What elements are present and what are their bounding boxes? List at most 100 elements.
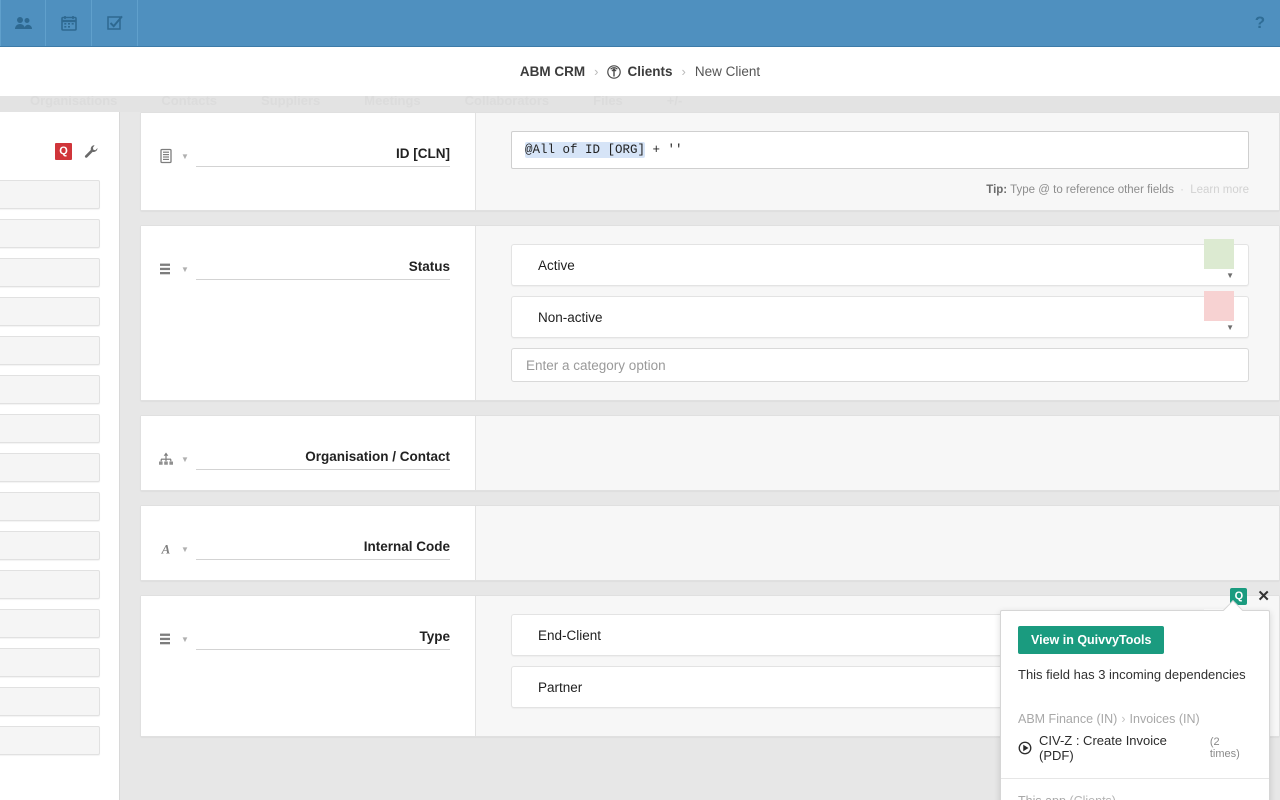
- breadcrumb-section[interactable]: Clients: [627, 64, 672, 79]
- tab-meetings[interactable]: Meetings: [342, 96, 442, 107]
- checkbox-icon[interactable]: [92, 0, 138, 46]
- field-label-area: ▼ ID [CLN]: [141, 113, 476, 210]
- body-area: Q ▼ ID [CLN] @All of ID [ORG] + '' Tip: Typ…: [0, 112, 1280, 800]
- field-label: ID [CLN]: [396, 146, 450, 161]
- popover-dependency-group: This app (Clients)ID [CLN]: [1001, 778, 1269, 800]
- category-icon[interactable]: [158, 259, 174, 277]
- category-option-row[interactable]: Active ▼: [511, 239, 1249, 286]
- field-label: Status: [408, 259, 450, 274]
- view-in-quivvytools-button[interactable]: View in QuivvyTools: [1018, 626, 1165, 654]
- chevron-down-icon[interactable]: ▼: [181, 629, 189, 644]
- close-icon[interactable]: ✕: [1257, 589, 1270, 604]
- category-option-label: Active: [538, 257, 575, 273]
- dependency-entry-count: (2 times): [1209, 736, 1240, 760]
- field-label: Type: [419, 629, 450, 644]
- tip-prefix: Tip:: [986, 184, 1008, 196]
- chevron-down-icon[interactable]: ▼: [1226, 323, 1234, 332]
- formula-rest: + '': [645, 143, 683, 157]
- relation-icon[interactable]: [158, 449, 174, 467]
- field-value-area: Active ▼ Non-active ▼ Enter a category optio…: [476, 226, 1279, 400]
- formula-reference-token: @All of ID [ORG]: [525, 142, 646, 158]
- field-label-underline: [195, 166, 450, 167]
- sidebar-placeholder-card: [0, 726, 100, 755]
- chevron-down-icon[interactable]: ▼: [181, 146, 189, 161]
- sidebar-placeholder-card: [0, 570, 100, 599]
- tab-strip: Organisations Contacts Suppliers Meetings Co…: [0, 96, 1280, 112]
- sidebar-placeholder-card: [0, 414, 100, 443]
- field-value-area: [476, 416, 1279, 490]
- field-label-area: ▼ Organisation / Contact: [141, 416, 476, 490]
- category-option-label: Non-active: [538, 309, 603, 325]
- formula-input[interactable]: @All of ID [ORG] + '': [511, 131, 1249, 169]
- sidebar-placeholder-card: [0, 453, 100, 482]
- calendar-icon[interactable]: [46, 0, 92, 46]
- field-block-id-cln: ▼ ID [CLN] @All of ID [ORG] + '' Tip: Type …: [140, 112, 1280, 211]
- text-icon[interactable]: A: [158, 539, 174, 557]
- field-label-area: ▼ Status: [141, 226, 476, 400]
- sidebar-placeholder-card: [0, 219, 100, 248]
- path-prefix: This app: [1018, 794, 1066, 800]
- popover-dependency-group: ABM Finance (IN) › Invoices (IN) CIV-Z : Cr…: [1001, 697, 1269, 778]
- tab-contacts[interactable]: Contacts: [139, 96, 239, 107]
- field-label-underline: [195, 469, 450, 470]
- tab-collaborators[interactable]: Collaborators: [443, 96, 572, 107]
- field-label-area: A ▼ Internal Code: [141, 506, 476, 580]
- category-option-input[interactable]: Enter a category option: [511, 348, 1249, 382]
- chevron-down-icon[interactable]: ▼: [1226, 271, 1234, 280]
- sidebar-placeholder-card: [0, 531, 100, 560]
- sidebar-placeholder-card: [0, 492, 100, 521]
- tab--[interactable]: +/-: [645, 96, 705, 107]
- category-option-row[interactable]: Non-active ▼: [511, 291, 1249, 338]
- chevron-down-icon[interactable]: ▼: [181, 259, 189, 274]
- learn-more-link[interactable]: Learn more: [1190, 184, 1249, 196]
- dependency-popover: View in QuivvyTools This field has 3 inc…: [1000, 600, 1270, 800]
- field-label-wrap: Type: [195, 629, 450, 650]
- quivvy-badge-icon[interactable]: Q: [55, 142, 72, 160]
- category-color-swatch-wrap[interactable]: ▼: [1204, 291, 1234, 338]
- popover-summary-section: View in QuivvyTools This field has 3 inc…: [1001, 611, 1269, 697]
- field-label-underline: [195, 279, 450, 280]
- tip-text: Type @ to reference other fields: [1007, 184, 1174, 196]
- field-label-wrap: Internal Code: [195, 539, 450, 560]
- path-separator: ›: [1121, 712, 1126, 726]
- dependency-popover-anchor: Q ✕ View in QuivvyTools This field has 3…: [1000, 582, 1280, 800]
- breadcrumb-app[interactable]: ABM CRM: [520, 64, 585, 79]
- help-icon[interactable]: ?: [1240, 0, 1280, 46]
- sidebar-placeholder-card: [0, 297, 100, 326]
- breadcrumb-page: New Client: [694, 64, 761, 79]
- sidebar-placeholder-card: [0, 258, 100, 287]
- breadcrumb-bar: ABM CRM › Clients › New Client: [0, 47, 1280, 96]
- app-root: ? ABM CRM › Clients › New Client Organis…: [0, 0, 1280, 800]
- field-label-underline: [195, 559, 450, 560]
- chevron-down-icon[interactable]: ▼: [181, 449, 189, 464]
- field-block-organisation-contact: ▼ Organisation / Contact: [140, 415, 1280, 491]
- category-icon[interactable]: [158, 629, 174, 647]
- top-navigation-bar: ?: [0, 0, 1280, 47]
- left-sidebar: Q: [0, 112, 120, 800]
- tab-files[interactable]: Files: [571, 96, 645, 107]
- tab-suppliers[interactable]: Suppliers: [239, 96, 342, 107]
- dependency-count-message: This field has 3 incoming dependencies: [1018, 667, 1246, 682]
- chevron-down-icon[interactable]: ▼: [181, 539, 189, 554]
- sidebar-placeholder-card: [0, 648, 100, 677]
- formula-icon[interactable]: [158, 146, 174, 164]
- sidebar-placeholder-card: [0, 687, 100, 716]
- field-label: Internal Code: [363, 539, 450, 554]
- wrench-icon[interactable]: [84, 144, 99, 159]
- category-color-swatch[interactable]: [1204, 291, 1234, 321]
- field-label-wrap: Status: [195, 259, 450, 280]
- category-color-swatch-wrap[interactable]: ▼: [1204, 239, 1234, 286]
- field-label-area: ▼ Type: [141, 596, 476, 736]
- category-color-swatch[interactable]: [1204, 239, 1234, 269]
- people-icon[interactable]: [0, 0, 46, 46]
- sidebar-toolbar: Q: [0, 134, 119, 168]
- field-label-underline: [195, 649, 450, 650]
- dependency-path: This app (Clients): [1018, 794, 1252, 800]
- breadcrumb-separator: ›: [594, 64, 599, 79]
- dependency-entry[interactable]: CIV-Z : Create Invoice (PDF) (2 times): [1018, 733, 1252, 763]
- path-part: Invoices (IN): [1129, 712, 1200, 726]
- clients-app-icon: [607, 64, 622, 79]
- tab-organisations[interactable]: Organisations: [8, 96, 139, 107]
- field-value-area: [476, 506, 1279, 580]
